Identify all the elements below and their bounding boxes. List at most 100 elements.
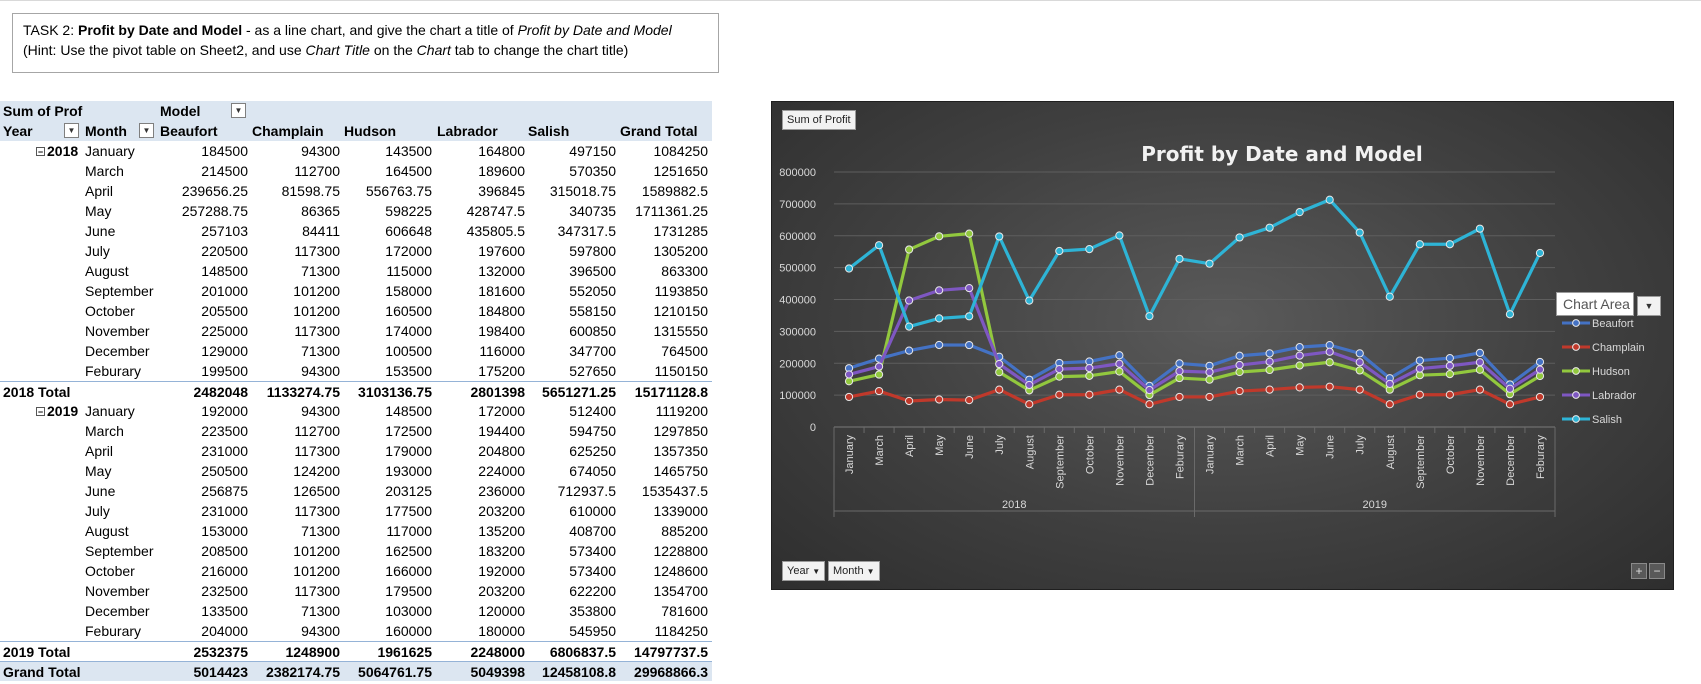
collapse-field-button[interactable]: − bbox=[1649, 563, 1665, 579]
value-cell[interactable]: 408700 bbox=[528, 521, 616, 541]
value-cell[interactable]: 347700 bbox=[528, 341, 616, 361]
total-cell[interactable]: 6806837.5 bbox=[528, 642, 616, 662]
value-cell[interactable]: 160500 bbox=[344, 301, 432, 321]
value-cell[interactable]: 158000 bbox=[344, 281, 432, 301]
value-cell[interactable]: 1210150 bbox=[620, 301, 708, 321]
total-cell[interactable]: 2248000 bbox=[437, 642, 525, 662]
value-cell[interactable]: 1731285 bbox=[620, 221, 708, 241]
value-cell[interactable]: 180000 bbox=[437, 621, 525, 641]
value-cell[interactable]: 239656.25 bbox=[160, 181, 248, 201]
month-row-label[interactable]: September bbox=[85, 281, 165, 301]
value-cell[interactable]: 71300 bbox=[252, 521, 340, 541]
value-cell[interactable]: 153000 bbox=[160, 521, 248, 541]
value-cell[interactable]: 232500 bbox=[160, 581, 248, 601]
value-cell[interactable]: 116000 bbox=[437, 341, 525, 361]
value-cell[interactable]: 204000 bbox=[160, 621, 248, 641]
value-cell[interactable]: 94300 bbox=[252, 401, 340, 421]
value-cell[interactable]: 179500 bbox=[344, 581, 432, 601]
month-row-label[interactable]: December bbox=[85, 341, 165, 361]
col-header-salish[interactable]: Salish bbox=[528, 121, 608, 141]
year-filter-button[interactable]: ▼ bbox=[64, 123, 79, 138]
value-cell[interactable]: 164500 bbox=[344, 161, 432, 181]
value-cell[interactable]: 1193850 bbox=[620, 281, 708, 301]
value-cell[interactable]: 132000 bbox=[437, 261, 525, 281]
month-row-label[interactable]: January bbox=[85, 141, 165, 161]
month-row-label[interactable]: Feburary bbox=[85, 621, 165, 641]
value-cell[interactable]: 257103 bbox=[160, 221, 248, 241]
value-cell[interactable]: 1305200 bbox=[620, 241, 708, 261]
value-cell[interactable]: 198400 bbox=[437, 321, 525, 341]
value-cell[interactable]: 166000 bbox=[344, 561, 432, 581]
value-cell[interactable]: 1589882.5 bbox=[620, 181, 708, 201]
value-cell[interactable]: 712937.5 bbox=[528, 481, 616, 501]
value-cell[interactable]: 610000 bbox=[528, 501, 616, 521]
value-cell[interactable]: 192000 bbox=[437, 561, 525, 581]
expand-field-button[interactable]: + bbox=[1631, 563, 1647, 579]
value-cell[interactable]: 194400 bbox=[437, 421, 525, 441]
value-cell[interactable]: 396500 bbox=[528, 261, 616, 281]
value-cell[interactable]: 600850 bbox=[528, 321, 616, 341]
month-row-label[interactable]: August bbox=[85, 521, 165, 541]
year-total-label[interactable]: 2018 Total bbox=[3, 382, 123, 402]
value-cell[interactable]: 315018.75 bbox=[528, 181, 616, 201]
month-row-label[interactable]: May bbox=[85, 201, 165, 221]
value-cell[interactable]: 428747.5 bbox=[437, 201, 525, 221]
value-cell[interactable]: 117300 bbox=[252, 441, 340, 461]
month-row-label[interactable]: March bbox=[85, 421, 165, 441]
value-cell[interactable]: 86365 bbox=[252, 201, 340, 221]
month-row-label[interactable]: June bbox=[85, 481, 165, 501]
value-cell[interactable]: 133500 bbox=[160, 601, 248, 621]
sum-of-profit-label[interactable]: Sum of Profi bbox=[3, 101, 83, 121]
total-cell[interactable]: 2801398 bbox=[437, 382, 525, 402]
month-row-label[interactable]: April bbox=[85, 181, 165, 201]
chart-elements-dropdown[interactable]: ▼ bbox=[1637, 296, 1661, 316]
total-cell[interactable]: 14797737.5 bbox=[620, 642, 708, 662]
month-row-label[interactable]: June bbox=[85, 221, 165, 241]
col-header-champlain[interactable]: Champlain bbox=[252, 121, 332, 141]
value-cell[interactable]: 112700 bbox=[252, 421, 340, 441]
month-row-label[interactable]: November bbox=[85, 581, 165, 601]
value-cell[interactable]: 863300 bbox=[620, 261, 708, 281]
value-cell[interactable]: 120000 bbox=[437, 601, 525, 621]
value-cell[interactable]: 124200 bbox=[252, 461, 340, 481]
value-cell[interactable]: 189600 bbox=[437, 161, 525, 181]
month-row-label[interactable]: November bbox=[85, 321, 165, 341]
year-total-label[interactable]: 2019 Total bbox=[3, 642, 123, 662]
value-cell[interactable]: 527650 bbox=[528, 361, 616, 381]
month-row-label[interactable]: July bbox=[85, 241, 165, 261]
value-cell[interactable]: 199500 bbox=[160, 361, 248, 381]
value-cell[interactable]: 1084250 bbox=[620, 141, 708, 161]
month-row-label[interactable]: July bbox=[85, 501, 165, 521]
value-cell[interactable]: 179000 bbox=[344, 441, 432, 461]
value-cell[interactable]: 573400 bbox=[528, 541, 616, 561]
month-field-button[interactable]: Month ▼ bbox=[828, 561, 880, 581]
value-cell[interactable]: 181600 bbox=[437, 281, 525, 301]
value-cell[interactable]: 117300 bbox=[252, 241, 340, 261]
value-cell[interactable]: 162500 bbox=[344, 541, 432, 561]
total-cell[interactable]: 3103136.75 bbox=[344, 382, 432, 402]
value-cell[interactable]: 117300 bbox=[252, 501, 340, 521]
value-cell[interactable]: 192000 bbox=[160, 401, 248, 421]
value-cell[interactable]: 101200 bbox=[252, 281, 340, 301]
value-cell[interactable]: 94300 bbox=[252, 361, 340, 381]
value-cell[interactable]: 1535437.5 bbox=[620, 481, 708, 501]
month-row-label[interactable]: August bbox=[85, 261, 165, 281]
pivot-table[interactable]: Sum of Profi Model ▼ Year ▼ Month ▼ Beau… bbox=[0, 101, 712, 681]
value-cell[interactable]: 1228800 bbox=[620, 541, 708, 561]
value-cell[interactable]: 101200 bbox=[252, 541, 340, 561]
value-cell[interactable]: 231000 bbox=[160, 441, 248, 461]
year-row-label[interactable]: −2019 bbox=[36, 401, 84, 421]
value-cell[interactable]: 112700 bbox=[252, 161, 340, 181]
value-cell[interactable]: 353800 bbox=[528, 601, 616, 621]
grand-total-cell[interactable]: 5064761.75 bbox=[344, 662, 432, 682]
value-cell[interactable]: 598225 bbox=[344, 201, 432, 221]
value-cell[interactable]: 214500 bbox=[160, 161, 248, 181]
value-cell[interactable]: 1357350 bbox=[620, 441, 708, 461]
value-cell[interactable]: 208500 bbox=[160, 541, 248, 561]
value-cell[interactable]: 885200 bbox=[620, 521, 708, 541]
value-cell[interactable]: 117000 bbox=[344, 521, 432, 541]
total-cell[interactable]: 2482048 bbox=[160, 382, 248, 402]
value-cell[interactable]: 184500 bbox=[160, 141, 248, 161]
grand-total-cell[interactable]: 2382174.75 bbox=[252, 662, 340, 682]
grand-total-cell[interactable]: 5014423 bbox=[160, 662, 248, 682]
